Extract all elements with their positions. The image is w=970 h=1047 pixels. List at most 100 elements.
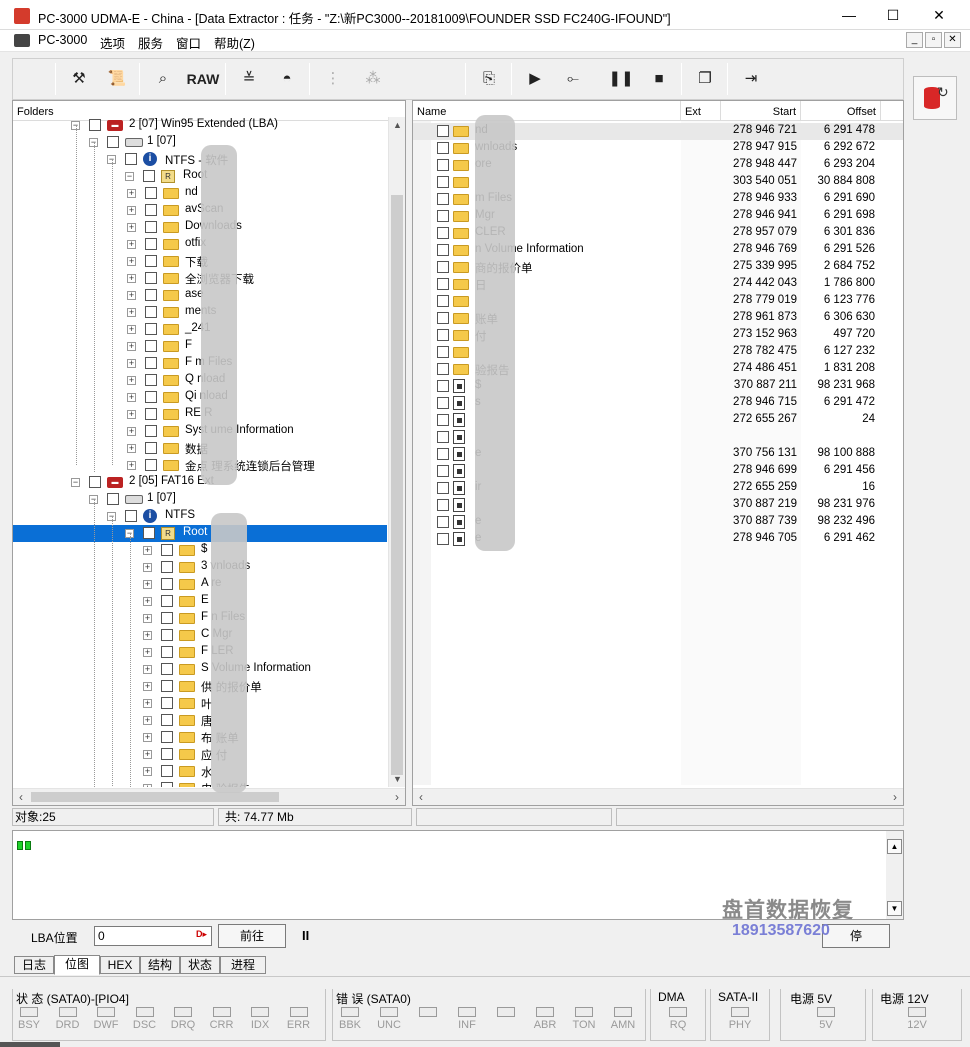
menu-pc3000[interactable]: PC-3000 [38,33,87,47]
scroll-thumb[interactable] [31,792,279,802]
row-checkbox[interactable] [437,482,449,494]
expand-toggle-icon[interactable]: + [143,699,152,708]
row-checkbox[interactable] [89,119,101,131]
scroll-left-icon[interactable]: ‹ [413,789,429,805]
tree-node-row[interactable]: −1 [07] [13,134,387,151]
mdi-minimize-button[interactable]: _ [906,32,923,48]
row-checkbox[interactable] [145,323,157,335]
binoculars-icon[interactable]: ⌕ [147,63,179,95]
row-checkbox[interactable] [161,748,173,760]
expand-toggle-icon[interactable]: + [143,784,152,787]
row-checkbox[interactable] [161,782,173,787]
expand-toggle-icon[interactable]: + [127,427,136,436]
tree-folder-row[interactable]: + ase [13,287,387,304]
tree-folder-row[interactable]: + _241 [13,321,387,338]
tab-bitmap[interactable]: 位图 [54,955,100,975]
row-checkbox[interactable] [161,595,173,607]
start-column-header[interactable]: Start [721,101,801,121]
expand-toggle-icon[interactable]: + [143,614,152,623]
expand-toggle-icon[interactable]: + [127,444,136,453]
expand-toggle-icon[interactable]: + [127,291,136,300]
row-checkbox[interactable] [161,697,173,709]
tree-folder-row[interactable]: + 唐 [13,712,387,729]
row-checkbox[interactable] [161,731,173,743]
log-vertical-scrollbar[interactable]: ▲ ▼ [886,831,903,919]
row-checkbox[interactable] [161,765,173,777]
row-checkbox[interactable] [437,125,449,137]
expand-toggle-icon[interactable]: + [127,240,136,249]
lba-input[interactable]: 0 [94,926,212,946]
menu-service[interactable]: 服务 [138,33,163,52]
tree-folder-row[interactable]: +A re [13,576,387,593]
row-checkbox[interactable] [437,176,449,188]
row-checkbox[interactable] [437,465,449,477]
row-checkbox[interactable] [437,431,449,443]
flow-icon[interactable]: ⟜ [557,63,589,95]
raw-button[interactable]: RAW [183,63,223,95]
expand-toggle-icon[interactable]: + [143,648,152,657]
row-checkbox[interactable] [437,278,449,290]
tree-horizontal-scrollbar[interactable]: ‹ › [13,788,405,805]
scroll-right-icon[interactable]: › [887,789,903,805]
list-horizontal-scrollbar[interactable]: ‹ › [413,788,903,805]
tree-folder-row[interactable]: +Qi nload [13,389,387,406]
tree-node-row[interactable]: − R Root [13,168,387,185]
scroll-up-icon[interactable]: ▲ [389,117,405,133]
stop-button[interactable]: 停 [822,924,890,948]
tree-folder-row[interactable]: +C Mgr [13,627,387,644]
tab-structure[interactable]: 结构 [140,956,180,974]
scroll-down-icon[interactable]: ▼ [887,901,902,916]
expand-toggle-icon[interactable]: + [143,563,152,572]
ext-column-header[interactable]: Ext [681,101,721,121]
play-icon[interactable]: ▶ [519,63,551,95]
windows-icon[interactable]: ❐ [689,63,721,95]
row-checkbox[interactable] [143,527,155,539]
tree-folder-row[interactable]: + 水 [13,763,387,780]
row-checkbox[interactable] [161,646,173,658]
row-checkbox[interactable] [437,397,449,409]
row-checkbox[interactable] [145,374,157,386]
row-checkbox[interactable] [125,510,137,522]
row-checkbox[interactable] [145,459,157,471]
pause-icon[interactable]: ❚❚ [605,63,637,95]
tree-node-row[interactable]: − i NTFS - 软件 [13,151,387,168]
row-checkbox[interactable] [125,153,137,165]
tree-node-row[interactable]: −1 [07] [13,491,387,508]
lba-pause-button[interactable]: II [302,928,309,943]
tab-hex[interactable]: HEX [100,956,140,974]
row-checkbox[interactable] [145,187,157,199]
row-checkbox[interactable] [437,244,449,256]
row-checkbox[interactable] [437,499,449,511]
row-checkbox[interactable] [437,261,449,273]
row-checkbox[interactable] [437,414,449,426]
row-checkbox[interactable] [437,227,449,239]
mdi-restore-button[interactable]: ▫ [925,32,942,48]
row-checkbox[interactable] [437,329,449,341]
tree-folder-row[interactable]: +电 验报告 [13,780,387,787]
tree-folder-row[interactable]: +布 账单 [13,729,387,746]
row-checkbox[interactable] [161,629,173,641]
folder-tree[interactable]: − ▬ 2 [07] Win95 Extended (LBA) −1 [07] − i NT… [13,117,387,787]
tree-folder-row[interactable]: + Syst ume Information [13,423,387,440]
expand-toggle-icon[interactable]: + [143,631,152,640]
tree-folder-row[interactable]: + S Volume Information [13,661,387,678]
row-checkbox[interactable] [161,663,173,675]
offset-column-header[interactable]: Offset [801,101,881,121]
row-checkbox[interactable] [145,408,157,420]
row-checkbox[interactable] [145,238,157,250]
expand-toggle-icon[interactable]: + [127,325,136,334]
row-checkbox[interactable] [145,255,157,267]
expand-toggle-icon[interactable]: + [143,733,152,742]
expand-toggle-icon[interactable]: + [127,410,136,419]
scroll-icon[interactable]: 📜 [101,63,133,95]
row-checkbox[interactable] [161,578,173,590]
row-checkbox[interactable] [145,425,157,437]
tree-folder-row[interactable]: +F m Files [13,355,387,372]
tree-folder-row[interactable]: +3 vnloads [13,559,387,576]
name-column-header[interactable]: Name [413,101,681,121]
tree-folder-row[interactable]: + E [13,593,387,610]
row-checkbox[interactable] [437,448,449,460]
menu-options[interactable]: 选项 [100,33,125,52]
tree-folder-row[interactable]: + 数据 [13,440,387,457]
tree-folder-row[interactable]: +F n Files [13,610,387,627]
